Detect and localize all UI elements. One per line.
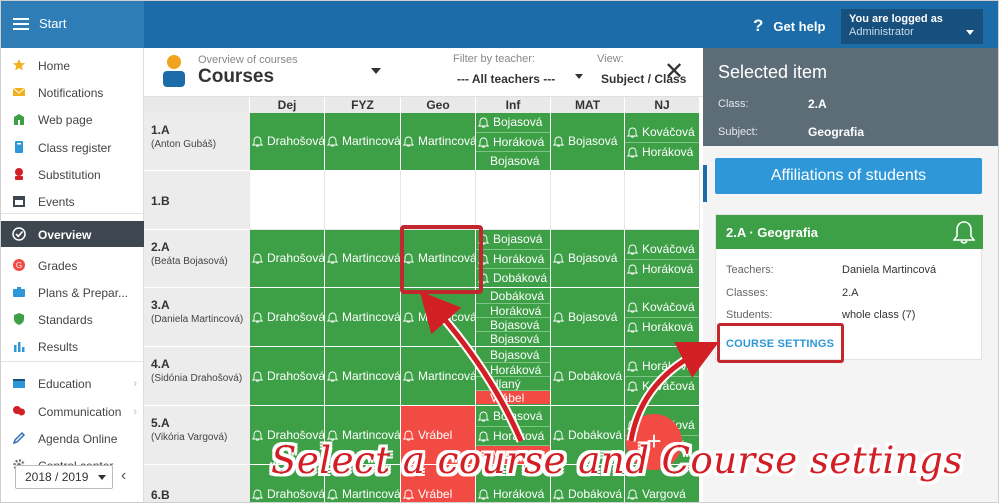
annotation-caption: Select a course and Course settings <box>271 439 963 482</box>
app-frame: Start ? Get help You are logged as Admini… <box>0 0 999 503</box>
arrow-to-settings <box>626 346 704 442</box>
annotation-arrows <box>419 291 719 443</box>
arrow-to-course <box>429 303 526 443</box>
